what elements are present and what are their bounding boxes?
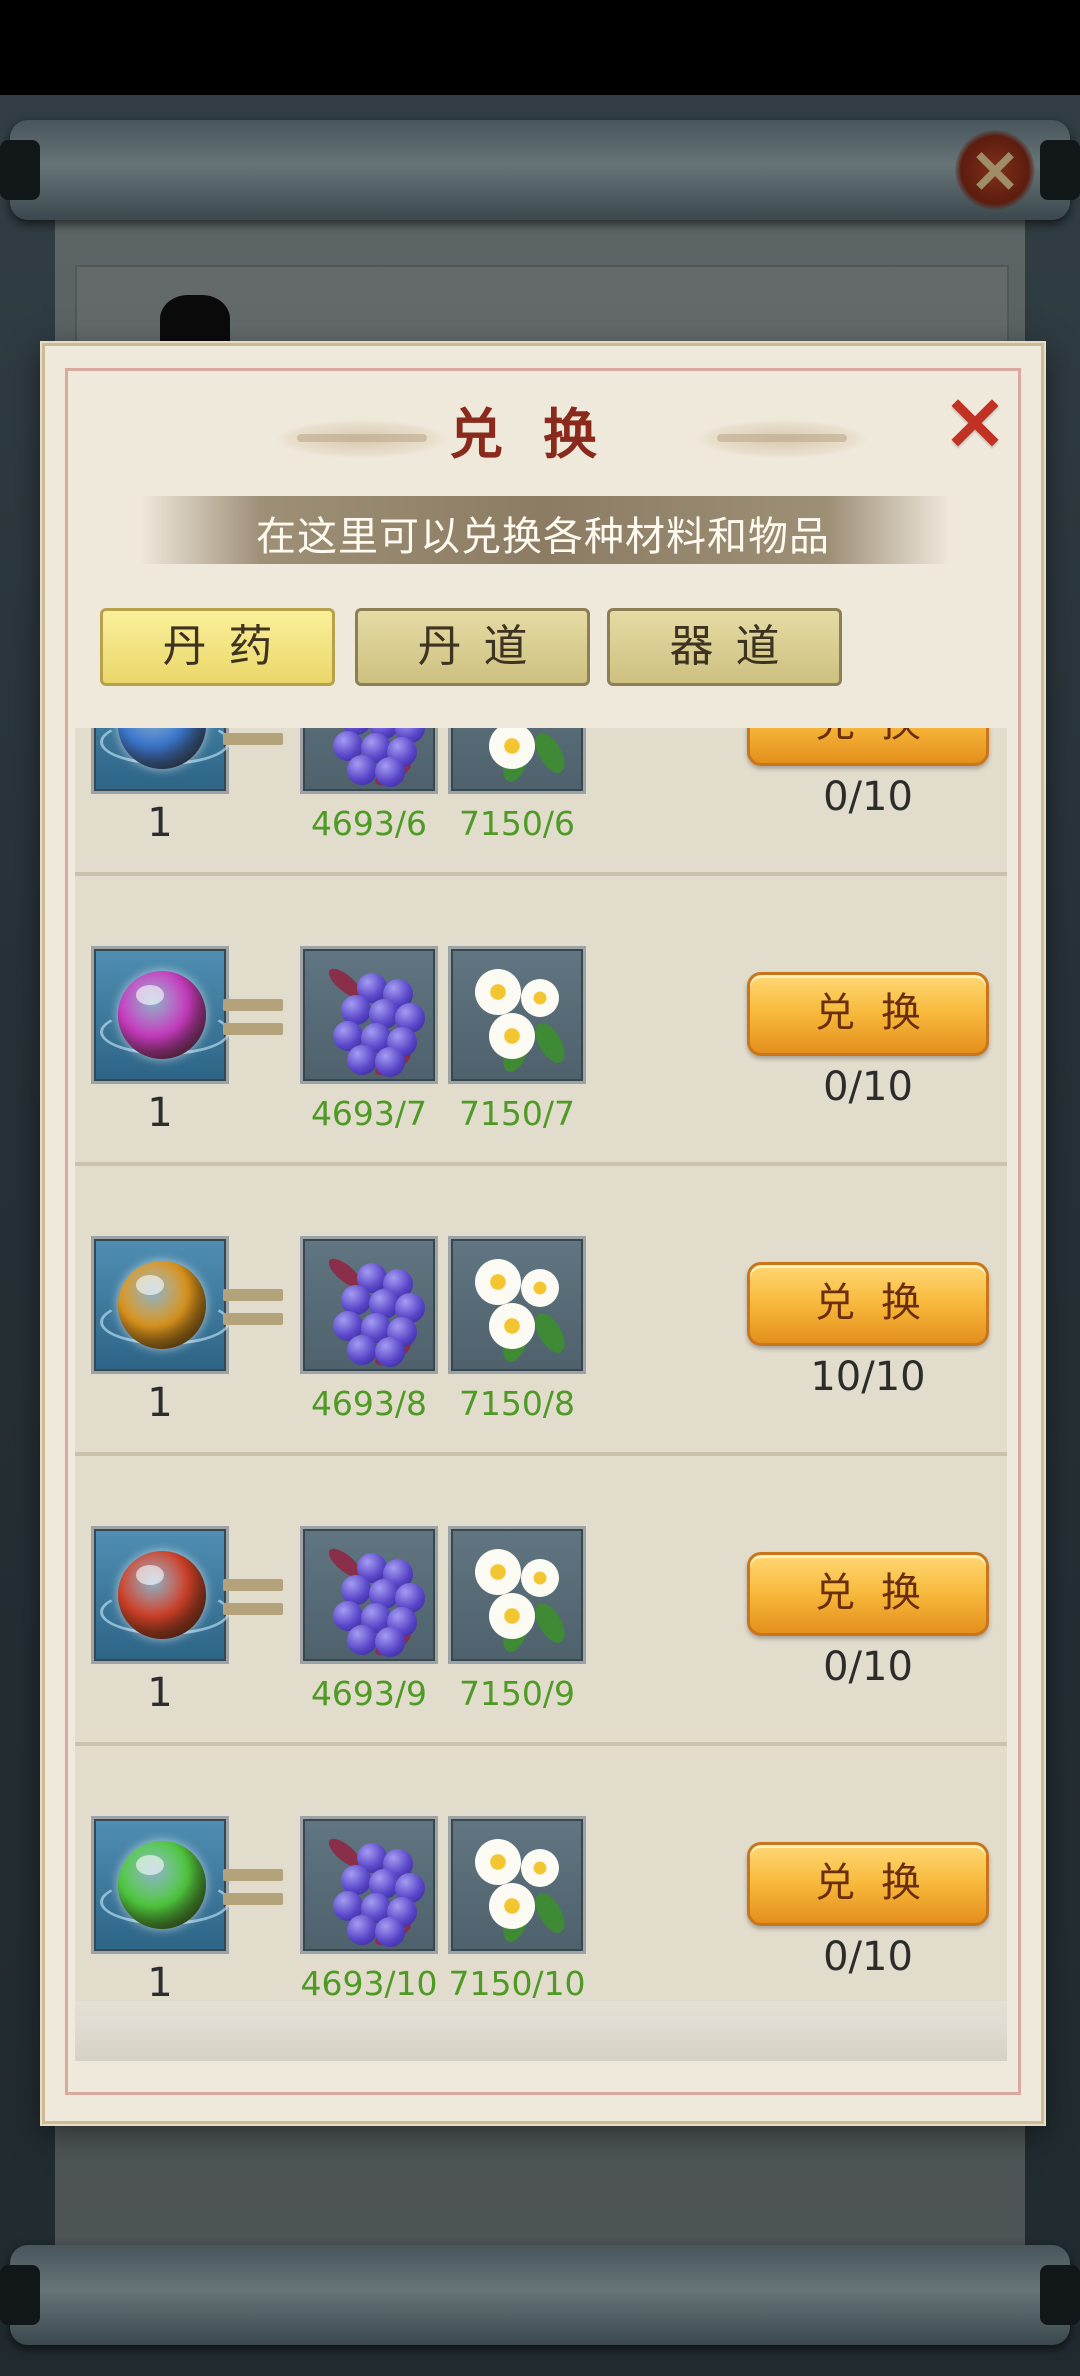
exchange-button[interactable]: 兑换 bbox=[747, 728, 989, 766]
daisy-herb-icon bbox=[465, 1545, 573, 1656]
exchange-button[interactable]: 兑换 bbox=[747, 972, 989, 1056]
reward-slot[interactable] bbox=[91, 946, 230, 1084]
dialog-subtitle: 在这里可以兑换各种材料和物品 bbox=[256, 514, 830, 560]
dialog-title: 兑换 bbox=[449, 402, 637, 466]
grape-herb-icon bbox=[317, 1254, 425, 1370]
reward-quantity: 1 bbox=[147, 800, 173, 846]
reward-quantity: 1 bbox=[147, 1960, 173, 2006]
exchange-row: 1 4693/8 7150/8 兑换 10/10 bbox=[75, 1166, 1007, 1456]
equals-icon bbox=[223, 1579, 283, 1627]
material-slot-2[interactable] bbox=[448, 946, 586, 1084]
grape-herb-icon bbox=[317, 728, 425, 790]
equals-icon bbox=[223, 728, 283, 757]
equals-icon bbox=[223, 1289, 283, 1337]
material-2-count: 7150/9 bbox=[458, 1674, 576, 1713]
list-bottom-art bbox=[75, 2001, 1007, 2061]
green-pill-icon bbox=[118, 1841, 206, 1929]
exchange-limit: 0/10 bbox=[823, 774, 913, 820]
exchange-button[interactable]: 兑换 bbox=[747, 1262, 989, 1346]
reward-quantity: 1 bbox=[147, 1380, 173, 1426]
grape-herb-icon bbox=[317, 964, 425, 1080]
daisy-herb-icon bbox=[465, 1255, 573, 1366]
exchange-row: 1 4693/6 7150/6 兑换 0/10 bbox=[75, 728, 1007, 876]
material-1-count: 4693/7 bbox=[310, 1094, 428, 1133]
exchange-button[interactable]: 兑换 bbox=[747, 1842, 989, 1926]
material-1-count: 4693/6 bbox=[310, 804, 428, 843]
tab-pills[interactable]: 丹药 bbox=[100, 608, 335, 686]
material-2-count: 7150/10 bbox=[448, 1964, 586, 2003]
material-slot-2[interactable] bbox=[448, 1236, 586, 1374]
reward-quantity: 1 bbox=[147, 1670, 173, 1716]
exchange-limit: 0/10 bbox=[823, 1064, 913, 1110]
reward-slot[interactable] bbox=[91, 728, 230, 794]
purple-pill-icon bbox=[118, 971, 206, 1059]
exchange-limit: 10/10 bbox=[810, 1354, 926, 1400]
tab-crafting[interactable]: 器道 bbox=[607, 608, 842, 686]
material-2-count: 7150/8 bbox=[458, 1384, 576, 1423]
material-1-count: 4693/8 bbox=[310, 1384, 428, 1423]
exchange-dialog: 兑换 × 在这里可以兑换各种材料和物品 丹药 丹道 器道 1 4693/6 71… bbox=[42, 343, 1044, 2124]
exchange-row: 1 4693/7 7150/7 兑换 0/10 bbox=[75, 876, 1007, 1166]
blue-pill-icon bbox=[118, 728, 206, 769]
exchange-list[interactable]: 1 4693/6 7150/6 兑换 0/10 1 bbox=[75, 728, 1007, 2016]
material-slot-1[interactable] bbox=[300, 1236, 438, 1374]
red-pill-icon bbox=[118, 1551, 206, 1639]
reward-quantity: 1 bbox=[147, 1090, 173, 1136]
orange-pill-icon bbox=[118, 1261, 206, 1349]
exchange-limit: 0/10 bbox=[823, 1644, 913, 1690]
material-slot-1[interactable] bbox=[300, 946, 438, 1084]
reward-slot[interactable] bbox=[91, 1816, 230, 1954]
equals-icon bbox=[223, 999, 283, 1047]
exchange-limit: 0/10 bbox=[823, 1934, 913, 1980]
material-2-count: 7150/6 bbox=[458, 804, 576, 843]
daisy-herb-icon bbox=[465, 965, 573, 1076]
material-slot-1[interactable] bbox=[300, 728, 438, 794]
close-icon[interactable]: × bbox=[935, 381, 1015, 461]
material-1-count: 4693/10 bbox=[300, 1964, 438, 2003]
material-slot-2[interactable] bbox=[448, 728, 586, 794]
daisy-herb-icon bbox=[465, 728, 573, 786]
exchange-button[interactable]: 兑换 bbox=[747, 1552, 989, 1636]
grape-herb-icon bbox=[317, 1834, 425, 1950]
material-2-count: 7150/7 bbox=[458, 1094, 576, 1133]
tab-alchemy[interactable]: 丹道 bbox=[355, 608, 590, 686]
material-slot-1[interactable] bbox=[300, 1816, 438, 1954]
exchange-row: 1 4693/9 7150/9 兑换 0/10 bbox=[75, 1456, 1007, 1746]
material-slot-2[interactable] bbox=[448, 1526, 586, 1664]
exchange-row: 1 4693/10 7150/10 兑换 0/10 bbox=[75, 1746, 1007, 2016]
daisy-herb-icon bbox=[465, 1835, 573, 1946]
material-slot-2[interactable] bbox=[448, 1816, 586, 1954]
equals-icon bbox=[223, 1869, 283, 1917]
material-1-count: 4693/9 bbox=[310, 1674, 428, 1713]
material-slot-1[interactable] bbox=[300, 1526, 438, 1664]
grape-herb-icon bbox=[317, 1544, 425, 1660]
reward-slot[interactable] bbox=[91, 1236, 230, 1374]
reward-slot[interactable] bbox=[91, 1526, 230, 1664]
